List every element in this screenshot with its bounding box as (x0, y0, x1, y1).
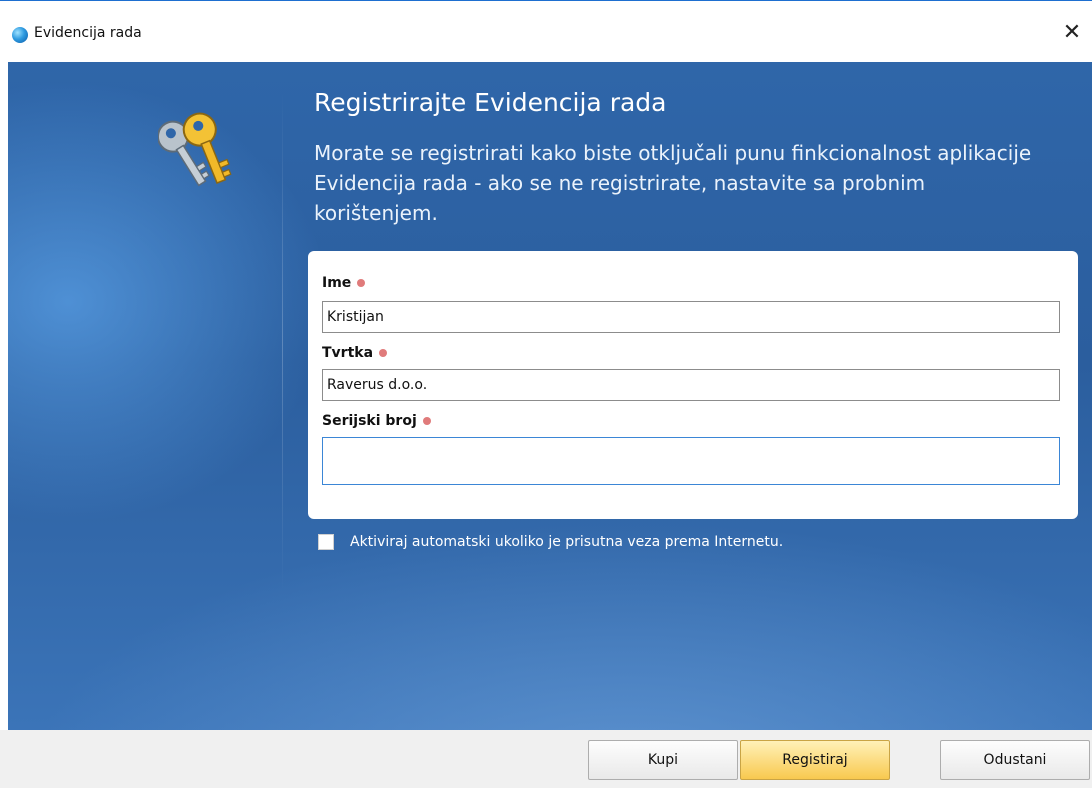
auto-activate-label[interactable]: Aktiviraj automatski ukoliko je prisutna… (350, 534, 783, 550)
button-bar: Kupi Registiraj Odustani (0, 730, 1092, 788)
app-globe-icon (12, 27, 28, 43)
name-field[interactable] (322, 301, 1060, 333)
serial-label-text: Serijski broj (322, 413, 417, 429)
company-label: Tvrtka (322, 345, 388, 361)
name-label-text: Ime (322, 275, 352, 291)
page-description: Morate se registrirati kako biste otklju… (314, 141, 1032, 225)
page-title: Registrirajte Evidencija rada (314, 88, 667, 117)
serial-number-field[interactable] (322, 437, 1060, 485)
company-field[interactable] (322, 369, 1060, 401)
registration-window: Evidencija rada ✕ Registrirajte Evidenci… (0, 0, 1092, 788)
required-indicator (357, 279, 366, 287)
serial-label: Serijski broj (322, 413, 431, 429)
auto-activate-checkbox[interactable] (318, 534, 334, 550)
required-indicator (379, 349, 388, 357)
title-bar: Evidencija rada ✕ (0, 0, 1092, 62)
cancel-button[interactable]: Odustani (940, 740, 1090, 780)
required-indicator (422, 417, 431, 425)
registration-form: Ime Tvrtka Serijski broj (308, 251, 1078, 519)
window-title: Evidencija rada (34, 25, 142, 41)
registration-panel: Registrirajte Evidencija rada Morate se … (8, 62, 1092, 730)
name-label: Ime (322, 275, 366, 291)
keys-icon (158, 112, 232, 187)
close-button[interactable]: ✕ (1052, 15, 1092, 51)
buy-button[interactable]: Kupi (588, 740, 738, 780)
company-label-text: Tvrtka (322, 345, 374, 361)
register-button[interactable]: Registiraj (740, 740, 890, 780)
divider (282, 92, 283, 592)
